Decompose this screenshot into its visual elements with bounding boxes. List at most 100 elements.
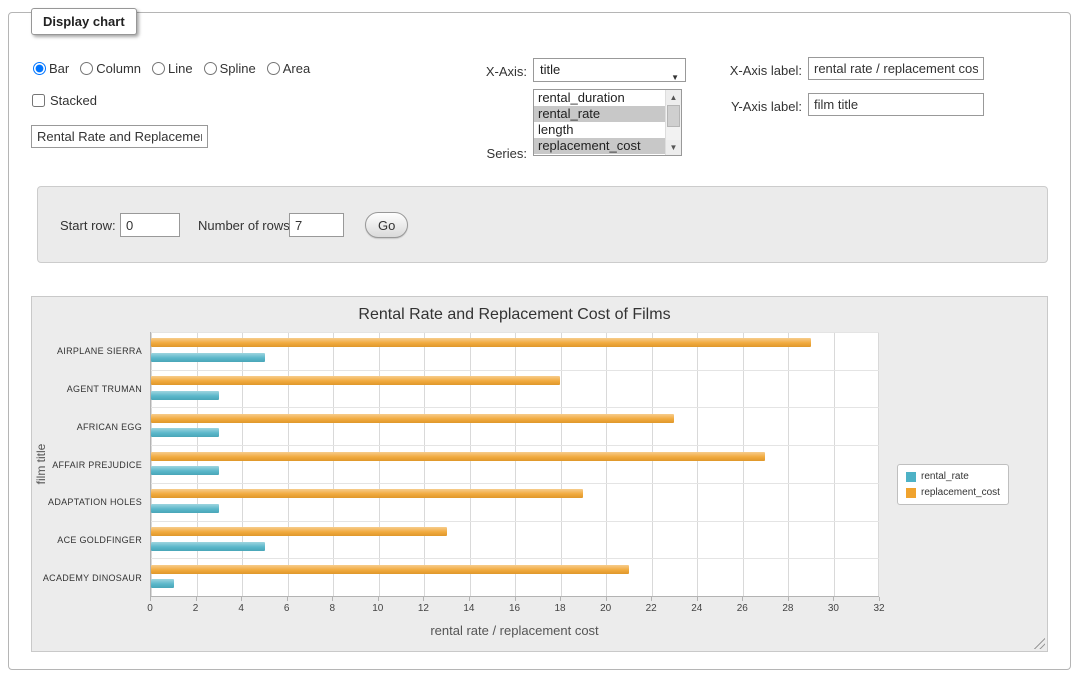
category-labels: AIRPLANE SIERRAAGENT TRUMANAFRICAN EGGAF… [32, 332, 142, 597]
x-tick-label: 26 [737, 603, 748, 614]
tick-mark [378, 597, 379, 601]
legend-label: rental_rate [921, 471, 969, 482]
category-label: AFFAIR PREJUDICE [52, 460, 142, 470]
chart-title: Rental Rate and Replacement Cost of Film… [150, 306, 879, 324]
tick-mark [560, 597, 561, 601]
series-listbox[interactable]: rental_durationrental_ratelengthreplacem… [533, 89, 682, 156]
dropdown-caret-icon: ▼ [671, 67, 679, 89]
bar-replacement_cost [151, 527, 447, 536]
x-axis-select[interactable]: title ▼ [533, 58, 686, 82]
bar-replacement_cost [151, 565, 629, 574]
number-of-rows-label: Number of rows: [198, 218, 293, 233]
chart-type-radio-column[interactable] [80, 62, 93, 75]
tick-mark [697, 597, 698, 601]
chart-type-label-line: Line [168, 61, 193, 76]
series-scrollbar[interactable]: ▲ ▼ [665, 90, 681, 155]
scrollbar-thumb[interactable] [667, 105, 680, 127]
tick-mark [515, 597, 516, 601]
bar-rental_rate [151, 428, 219, 437]
display-chart-page: Display chart Bar Column Line Spline Area St… [0, 0, 1081, 681]
legend-item-rental_rate[interactable]: rental_rate [906, 471, 1000, 482]
chart-type-label-bar: Bar [49, 61, 69, 76]
y-axis-label-input[interactable] [808, 93, 984, 116]
chart-type-option-bar[interactable]: Bar [33, 61, 69, 76]
tick-mark [287, 597, 288, 601]
x-axis-label-label: X-Axis label: [697, 63, 802, 78]
x-tick-label: 8 [329, 603, 335, 614]
plot-area [150, 332, 879, 597]
x-tick-label: 22 [646, 603, 657, 614]
stacked-option[interactable]: Stacked [32, 93, 97, 108]
go-button[interactable]: Go [365, 212, 408, 238]
series-options: rental_durationrental_ratelengthreplacem… [534, 90, 681, 154]
x-tick-labels: 02468101214161820222426283032 [150, 597, 879, 619]
chart-type-radio-line[interactable] [152, 62, 165, 75]
bar-rental_rate [151, 466, 219, 475]
start-row-input[interactable] [120, 213, 180, 237]
x-axis-selected-value: title [540, 62, 560, 77]
series-list-label: Series: [449, 146, 527, 161]
tick-mark [742, 597, 743, 601]
tick-mark [423, 597, 424, 601]
chart-type-option-spline[interactable]: Spline [204, 61, 256, 76]
bar-rental_rate [151, 353, 265, 362]
series-option-rental_duration[interactable]: rental_duration [534, 90, 681, 106]
chart-type-radio-spline[interactable] [204, 62, 217, 75]
display-chart-legend: Display chart [31, 8, 137, 35]
chart-type-label-spline: Spline [220, 61, 256, 76]
x-tick-label: 18 [555, 603, 566, 614]
number-of-rows-input[interactable] [289, 213, 344, 237]
category-label: AIRPLANE SIERRA [57, 346, 142, 356]
series-option-length[interactable]: length [534, 122, 681, 138]
tick-mark [651, 597, 652, 601]
scroll-down-icon[interactable]: ▼ [666, 140, 681, 155]
resize-handle-icon[interactable] [1033, 637, 1045, 649]
chart-type-option-column[interactable]: Column [80, 61, 141, 76]
x-axis-title: rental rate / replacement cost [150, 623, 879, 638]
x-tick-label: 24 [691, 603, 702, 614]
x-tick-label: 32 [873, 603, 884, 614]
legend-label: replacement_cost [921, 487, 1000, 498]
chart-type-radio-bar[interactable] [33, 62, 46, 75]
legend-swatch-icon [906, 488, 916, 498]
x-tick-label: 20 [600, 603, 611, 614]
x-tick-label: 2 [193, 603, 199, 614]
bar-replacement_cost [151, 489, 583, 498]
series-option-replacement_cost[interactable]: replacement_cost [534, 138, 681, 154]
stacked-label: Stacked [50, 93, 97, 108]
scroll-up-icon[interactable]: ▲ [666, 90, 681, 105]
category-label: ACE GOLDFINGER [57, 535, 142, 545]
x-tick-label: 28 [782, 603, 793, 614]
chart-type-radios: Bar Column Line Spline Area [33, 61, 310, 76]
x-tick-label: 4 [238, 603, 244, 614]
category-label: ADAPTATION HOLES [48, 497, 142, 507]
bar-replacement_cost [151, 414, 674, 423]
tick-mark [196, 597, 197, 601]
chart-legend: rental_rate replacement_cost [897, 464, 1009, 505]
chart-type-option-line[interactable]: Line [152, 61, 193, 76]
bar-rental_rate [151, 579, 174, 588]
x-axis-select-label: X-Axis: [449, 64, 527, 79]
chart-type-option-area[interactable]: Area [267, 61, 310, 76]
x-tick-label: 14 [463, 603, 474, 614]
x-axis-label-input[interactable] [808, 57, 984, 80]
x-tick-label: 10 [372, 603, 383, 614]
tick-mark [879, 597, 880, 601]
rows-fieldset: Start row: Number of rows: Go [37, 186, 1048, 263]
start-row-label: Start row: [60, 218, 116, 233]
bar-rental_rate [151, 391, 219, 400]
bar-replacement_cost [151, 452, 765, 461]
tick-mark [788, 597, 789, 601]
display-chart-fieldset: Display chart BarColumnLineSplineArea St… [8, 12, 1071, 670]
tick-mark [332, 597, 333, 601]
legend-item-replacement_cost[interactable]: replacement_cost [906, 487, 1000, 498]
chart-type-radio-area[interactable] [267, 62, 280, 75]
chart-type-label-column: Column [96, 61, 141, 76]
chart-title-input[interactable] [31, 125, 208, 148]
tick-mark [241, 597, 242, 601]
series-option-rental_rate[interactable]: rental_rate [534, 106, 681, 122]
stacked-checkbox[interactable] [32, 94, 45, 107]
tick-mark [606, 597, 607, 601]
bars [151, 332, 879, 596]
tick-mark [833, 597, 834, 601]
